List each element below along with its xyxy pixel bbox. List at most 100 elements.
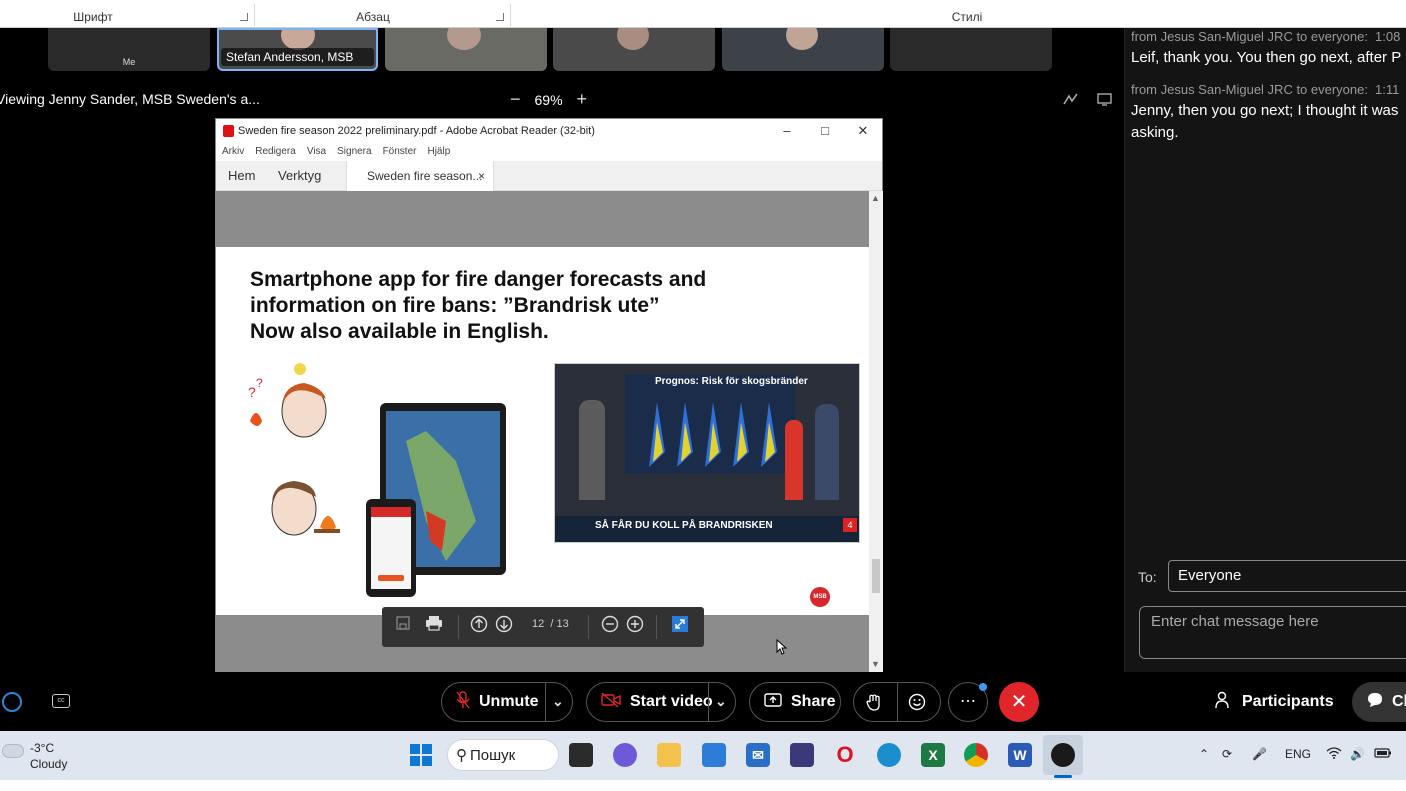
webex-assistant-icon[interactable] (2, 692, 22, 712)
participant-thumbnail[interactable] (385, 28, 547, 71)
chevron-down-icon[interactable]: ⌄ (552, 693, 564, 710)
sweden-maps-graphic (649, 402, 777, 467)
share-label: Share (791, 693, 836, 710)
page-number-input[interactable]: 12 (532, 618, 544, 630)
chat-recipient-select[interactable]: Everyone (1168, 560, 1406, 592)
participant-thumbnail[interactable] (890, 28, 1052, 71)
zoom-level: 69% (534, 91, 563, 108)
raise-hand-icon[interactable] (866, 693, 882, 716)
windows-start-icon[interactable] (409, 743, 433, 772)
fit-page-icon[interactable] (669, 615, 691, 637)
font-dialog-launcher-icon[interactable] (240, 13, 248, 21)
file-explorer-icon[interactable] (657, 743, 681, 767)
battery-icon[interactable] (1374, 747, 1392, 762)
chat-bubble-icon (1367, 692, 1383, 713)
participant-thumbnail-me[interactable]: Me (48, 28, 210, 71)
mail-icon[interactable]: ✉ (746, 743, 770, 767)
popout-icon[interactable] (1097, 92, 1113, 109)
ribbon-divider (510, 4, 511, 26)
menu-view[interactable]: Visa (307, 143, 326, 161)
menu-file[interactable]: Arkiv (222, 143, 244, 161)
temperature: -3°C (30, 741, 55, 755)
participant-thumbnail[interactable] (722, 28, 884, 71)
close-icon[interactable]: ✕ (844, 119, 882, 143)
wifi-icon[interactable] (1326, 747, 1342, 762)
closed-captions-icon[interactable]: cc (52, 694, 70, 708)
scrollbar-thumb[interactable] (872, 559, 880, 593)
excel-icon[interactable]: X (921, 743, 945, 767)
microsoft-store-icon[interactable] (702, 743, 726, 767)
save-icon[interactable] (392, 615, 414, 637)
participant-thumbnail[interactable] (553, 28, 715, 71)
volume-icon[interactable]: 🔊 (1350, 747, 1365, 761)
close-tab-icon[interactable]: × (478, 161, 485, 191)
tab-tools[interactable]: Verktyg (278, 161, 321, 191)
tab-home[interactable]: Hem (228, 161, 255, 191)
zoom-in-button[interactable]: + (577, 89, 588, 110)
zoom-out-button[interactable]: − (510, 89, 521, 110)
edge-icon[interactable] (877, 743, 901, 767)
pdf-vertical-scrollbar[interactable]: ▲ ▼ (869, 191, 883, 673)
chat-panel: from Jesus San-Miguel JRC to everyone: 1… (1124, 28, 1406, 672)
chrome-icon[interactable] (964, 743, 988, 767)
maximize-icon[interactable]: □ (806, 119, 844, 143)
tv-caption: SÅ FÅR DU KOLL PÅ BRANDRISKEN (595, 520, 773, 531)
input-language[interactable]: ENG (1285, 747, 1311, 761)
tab-document-label: Sweden fire season... (367, 169, 483, 183)
pdf-icon (223, 125, 234, 137)
chat-to-label: To: (1138, 569, 1157, 585)
taskbar-search[interactable]: ⚲ Пошук (447, 739, 559, 771)
emoji-reaction-icon[interactable] (908, 693, 926, 716)
participants-icon (1215, 691, 1233, 714)
start-video-label: Start video (630, 693, 713, 710)
pill-divider (708, 683, 709, 721)
participants-button[interactable]: Participants (1200, 682, 1346, 722)
scroll-down-icon[interactable]: ▼ (871, 659, 880, 669)
teams-chat-icon[interactable] (613, 743, 637, 767)
zoom-out-icon[interactable] (599, 615, 621, 637)
participant-thumbnail-active[interactable]: Stefan Andersson, MSB S... (217, 28, 378, 71)
pdf-floating-toolbar: 12 / 13 (382, 607, 704, 647)
start-video-button[interactable]: Start video ⌄ (586, 682, 736, 722)
chat-sender: from Jesus San-Miguel JRC to everyone: (1131, 29, 1368, 44)
chat-sender: from Jesus San-Miguel JRC to everyone: (1131, 82, 1368, 97)
chevron-down-icon[interactable]: ⌄ (715, 693, 727, 710)
chat-message-meta: from Jesus San-Miguel JRC to everyone: 1… (1131, 29, 1400, 44)
muted-microphone-icon (456, 690, 470, 714)
tab-document[interactable]: Sweden fire season... × (346, 161, 494, 191)
menu-sign[interactable]: Signera (337, 143, 371, 161)
page-total: / 13 (550, 618, 569, 630)
microphone-muted-icon[interactable]: 🎤 (1252, 747, 1267, 761)
unmute-button[interactable]: Unmute ⌄ (441, 682, 573, 722)
slide-title: Smartphone app for fire danger forecasts… (250, 267, 790, 345)
paragraph-dialog-launcher-icon[interactable] (496, 13, 504, 21)
show-hidden-icons-icon[interactable]: ⌃ (1199, 747, 1209, 761)
chat-button[interactable]: Ch (1352, 682, 1406, 722)
sync-icon[interactable]: ⟳ (1222, 747, 1232, 761)
leave-meeting-button[interactable]: ✕ (999, 682, 1039, 722)
next-page-icon[interactable] (493, 615, 515, 637)
word-icon[interactable]: W (1008, 743, 1032, 767)
participant-face (617, 28, 649, 50)
app-icon[interactable] (790, 743, 814, 767)
minimize-icon[interactable]: – (768, 119, 806, 143)
mouse-cursor-icon (776, 639, 788, 655)
annotate-icon[interactable] (1063, 92, 1079, 109)
print-icon[interactable] (423, 615, 445, 637)
weather-widget[interactable]: -3°C Cloudy (30, 740, 67, 772)
meeting-stage: Me Stefan Andersson, MSB S... Viewing Je… (0, 28, 1124, 673)
menu-help[interactable]: Hjälp (427, 143, 450, 161)
chat-message-input[interactable]: Enter chat message here (1139, 606, 1406, 659)
opera-icon[interactable]: O (833, 743, 857, 767)
menu-edit[interactable]: Redigera (255, 143, 296, 161)
share-button[interactable]: Share (749, 682, 841, 722)
webex-icon[interactable] (1051, 743, 1075, 767)
task-view-icon[interactable] (569, 743, 593, 767)
video-off-icon (601, 691, 621, 713)
tv-forecast-image: Prognos: Risk för skogsbränder SÅ FÅR DU… (554, 363, 860, 543)
zoom-in-icon[interactable] (624, 615, 646, 637)
word-ribbon: Шрифт Абзац Стилі (0, 0, 1406, 28)
previous-page-icon[interactable] (468, 615, 490, 637)
menu-window[interactable]: Fönster (383, 143, 417, 161)
scroll-up-icon[interactable]: ▲ (871, 193, 880, 203)
